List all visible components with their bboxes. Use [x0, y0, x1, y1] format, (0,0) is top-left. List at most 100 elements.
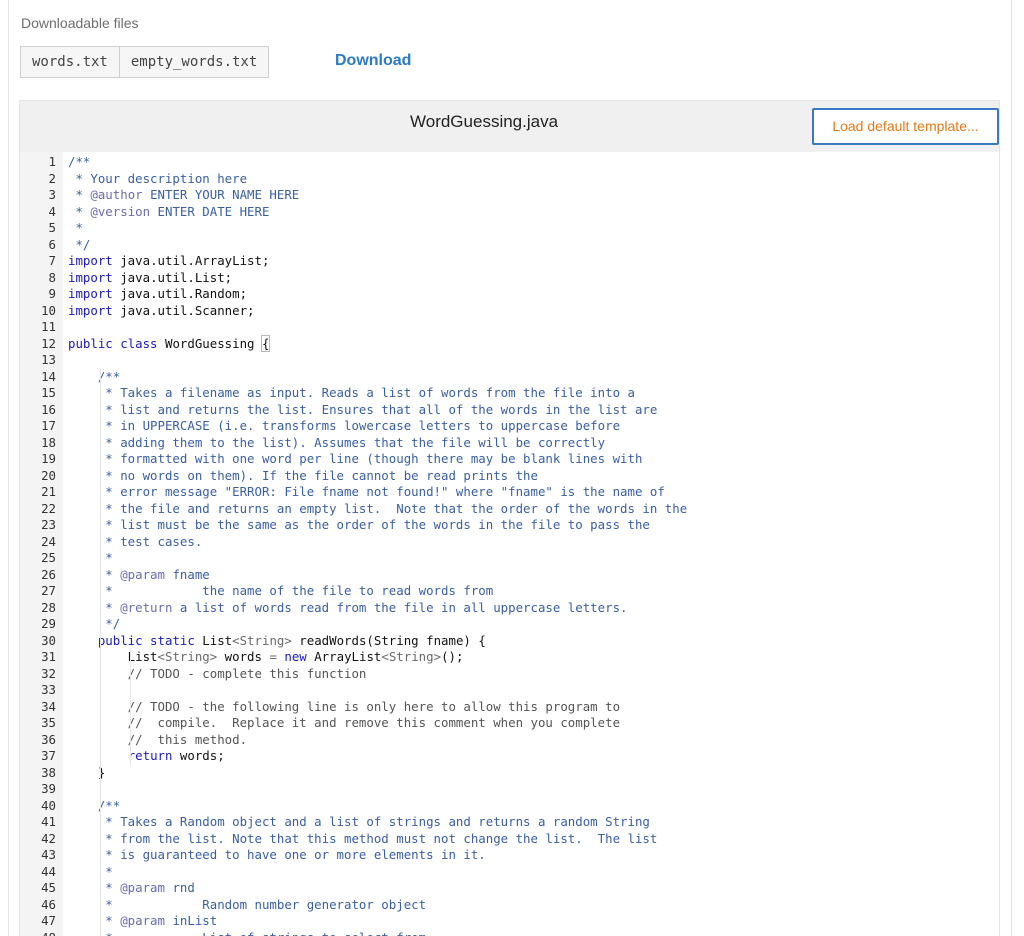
downloadable-files-heading: Downloadable files	[21, 15, 139, 31]
code-token: // TODO - complete this function	[68, 665, 367, 681]
code-text: * @param fname	[68, 566, 209, 584]
code-line: 45 * @param rnd	[20, 880, 999, 897]
line-number: 15	[41, 385, 56, 400]
line-number: 6	[48, 236, 56, 252]
line-number: 47	[41, 913, 56, 928]
code-token: * no words on them). If the file cannot …	[68, 467, 538, 483]
code-line: 31 List<String> words = new ArrayList<St…	[20, 649, 999, 666]
code-token: return	[127, 748, 173, 763]
code-line: 18 * adding them to the list). Assumes t…	[20, 435, 999, 452]
line-number: 3	[48, 187, 56, 202]
code-token: =	[269, 649, 277, 664]
code-token: *	[68, 863, 113, 879]
code-line: 28 * @return a list of words read from t…	[20, 600, 999, 617]
code-token: List	[68, 649, 158, 664]
code-text: * @param rnd	[68, 880, 195, 897]
code-token: * list and returns the list. Ensures tha…	[68, 401, 658, 417]
code-line: 21 * error message "ERROR: File fname no…	[20, 484, 999, 501]
file-tab-empty-words[interactable]: empty_words.txt	[119, 46, 270, 78]
code-token: java.util.List;	[112, 269, 233, 285]
indent-guide	[100, 368, 101, 936]
code-token: * Random number generator object	[68, 896, 427, 912]
code-text: // TODO - the following line is only her…	[68, 699, 620, 716]
code-editor[interactable]: 1/** 2 * Your description here 3 * @author…	[20, 152, 999, 936]
code-token: import	[68, 286, 113, 301]
file-tabs: words.txt empty_words.txt	[20, 46, 270, 78]
code-token: /**	[68, 154, 91, 169]
line-number: 42	[41, 830, 56, 846]
code-line: 16 * list and returns the list. Ensures …	[20, 402, 999, 419]
line-number: 38	[41, 764, 56, 780]
code-line: 19 * formatted with one word per line (t…	[20, 451, 999, 468]
line-number: 32	[41, 665, 56, 681]
code-text: /**	[68, 369, 120, 386]
code-token: @param	[120, 913, 165, 928]
code-line: 37 return words;	[20, 748, 999, 765]
code-token: // compile. Replace it and remove this c…	[68, 715, 621, 730]
code-token: * test cases.	[68, 533, 203, 549]
code-line: 12 public class WordGuessing {	[20, 334, 999, 353]
code-token: // TODO - the following line is only her…	[68, 698, 621, 714]
line-number: 25	[41, 550, 56, 565]
code-line: 47 * @param inList	[20, 913, 999, 930]
code-token: <String>	[232, 632, 292, 648]
code-text: * no words on them). If the file cannot …	[68, 468, 538, 485]
code-text: * Random number generator object	[68, 897, 426, 914]
code-token: * Takes a filename as input. Reads a lis…	[68, 385, 635, 400]
line-number: 2	[48, 170, 56, 186]
code-line: 48 * List of strings to select from	[20, 930, 999, 936]
line-number: 40	[41, 797, 56, 813]
code-token: *	[68, 550, 113, 565]
line-number: 18	[41, 434, 56, 450]
code-token: *	[68, 187, 91, 202]
code-line: 3 * @author ENTER YOUR NAME HERE	[20, 187, 999, 204]
code-text: * Takes a filename as input. Reads a lis…	[68, 385, 635, 402]
code-token: *	[68, 599, 121, 615]
code-text: import java.util.ArrayList;	[68, 253, 269, 270]
download-link[interactable]: Download	[335, 52, 411, 70]
code-line: 30 public static List<String> readWords(…	[20, 633, 999, 650]
code-line: 26 * @param fname	[20, 567, 999, 584]
line-number: 22	[41, 500, 56, 516]
code-token: import	[68, 253, 113, 268]
load-default-template-button[interactable]: Load default template...	[812, 108, 999, 145]
file-tab-words[interactable]: words.txt	[20, 46, 120, 78]
code-text: * is guaranteed to have one or more elem…	[68, 847, 486, 864]
code-line: 43 * is guaranteed to have one or more e…	[20, 847, 999, 864]
code-token: */	[68, 236, 91, 252]
code-line: 6 */	[20, 237, 999, 254]
code-token: * is guaranteed to have one or more elem…	[68, 847, 486, 862]
line-number: 8	[48, 269, 56, 285]
code-line: 38 }	[20, 765, 999, 782]
code-token: java.util.ArrayList;	[112, 253, 270, 268]
line-number: 46	[41, 896, 56, 912]
code-line: 9 import java.util.Random;	[20, 286, 999, 303]
code-token: *	[68, 203, 91, 219]
code-token: * list must be the same as the order of …	[68, 517, 650, 532]
code-text: public static List<String> readWords(Str…	[68, 633, 486, 650]
code-line: 17 * in UPPERCASE (i.e. transforms lower…	[20, 418, 999, 435]
code-text: public class WordGuessing {	[68, 334, 271, 353]
line-number: 29	[41, 616, 56, 631]
code-text: List<String> words = new ArrayList<Strin…	[68, 649, 464, 666]
code-text: * Your description here	[68, 171, 247, 188]
code-token: * in UPPERCASE (i.e. transforms lowercas…	[68, 418, 621, 433]
code-line: 7 import java.util.ArrayList;	[20, 253, 999, 270]
line-number: 30	[41, 632, 56, 648]
line-number: 45	[41, 880, 56, 895]
line-number: 13	[41, 352, 56, 367]
line-number: 41	[41, 814, 56, 829]
line-number: 37	[41, 748, 56, 763]
code-token: <String>	[157, 649, 218, 664]
code-text: * @author ENTER YOUR NAME HERE	[68, 187, 299, 204]
code-token: @version	[90, 203, 151, 219]
code-line: 11	[20, 319, 999, 336]
code-token: * formatted with one word per line (thou…	[68, 451, 643, 466]
code-text: * @version ENTER DATE HERE	[68, 204, 269, 221]
code-text: *	[68, 863, 113, 881]
line-number: 24	[41, 533, 56, 549]
code-token: *	[68, 566, 121, 582]
code-text: * adding them to the list). Assumes that…	[68, 435, 605, 452]
code-line: 29 */	[20, 616, 999, 633]
